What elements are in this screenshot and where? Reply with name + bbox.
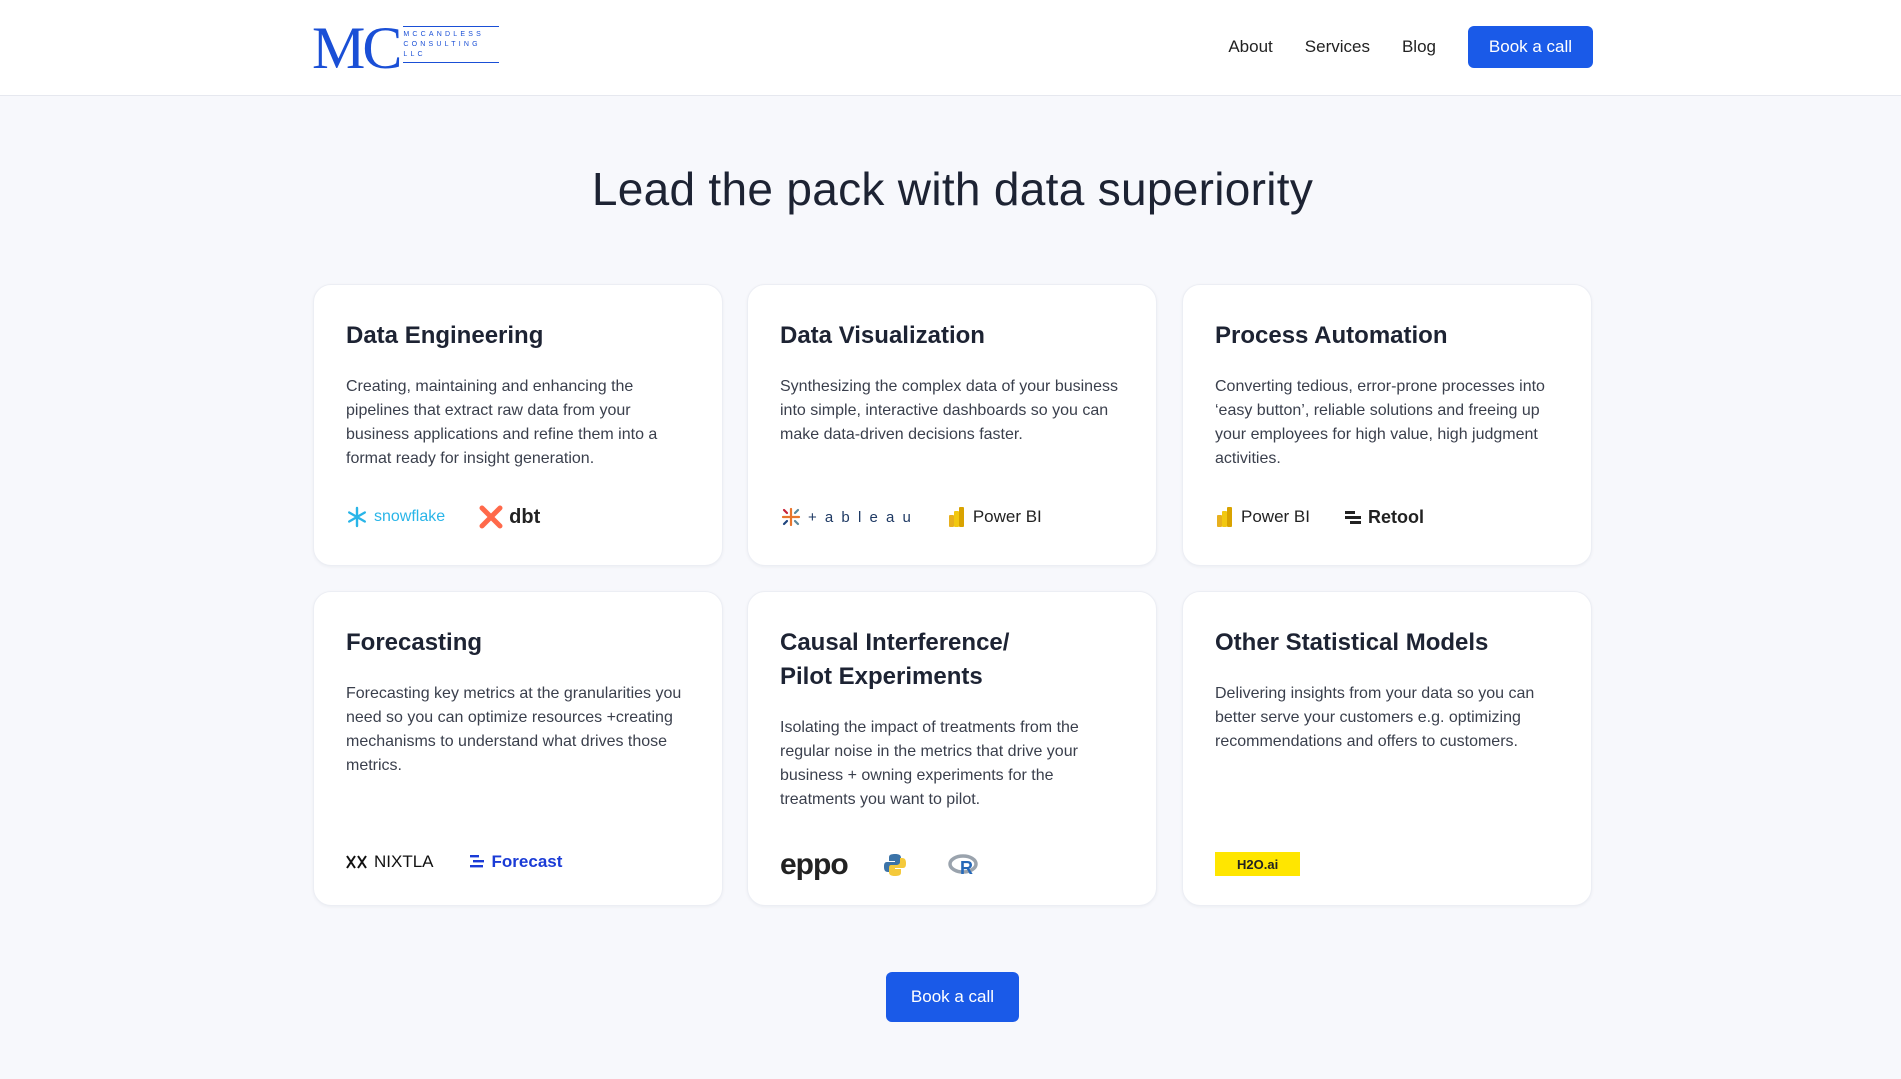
service-card-causal-inference: Causal Interference/ Pilot Experiments I… — [747, 591, 1157, 906]
r-logo: R — [947, 853, 986, 877]
snowflake-icon — [348, 506, 366, 528]
nav-link-services[interactable]: Services — [1305, 26, 1370, 68]
card-description: Synthesizing the complex data of your bu… — [780, 378, 1118, 443]
dbt-label: dbt — [509, 505, 541, 528]
card-title: Data Visualization — [780, 322, 985, 349]
tool-logos: NIXTLA Forecast — [346, 852, 596, 872]
card-title: Data Engineering — [346, 322, 544, 349]
h2o-logo: H2O.ai — [1215, 852, 1301, 876]
forecast-logo: Forecast — [468, 852, 563, 872]
card-description: Converting tedious, error-prone processe… — [1215, 378, 1545, 467]
nixtla-logo: NIXTLA — [346, 852, 434, 872]
service-card-data-visualization: Data Visualization Synthesizing the comp… — [747, 284, 1157, 566]
footer-book-call-button[interactable]: Book a call — [886, 972, 1019, 1022]
nav-link-about[interactable]: About — [1228, 26, 1272, 68]
tool-logos: Power BI Retool — [1215, 505, 1458, 529]
card-description: Delivering insights from your data so yo… — [1215, 685, 1535, 750]
retool-label: Retool — [1367, 506, 1424, 527]
eppo-label: eppo — [780, 848, 849, 881]
service-card-statistical-models: Other Statistical Models Delivering insi… — [1182, 591, 1592, 906]
snowflake-logo: snowflake — [346, 506, 445, 528]
service-card-process-automation: Process Automation Converting tedious, e… — [1182, 284, 1592, 566]
page-title: Lead the pack with data superiority — [591, 163, 1314, 215]
tableau-logo: + a b l e a u — [780, 506, 913, 528]
snowflake-label: snowflake — [374, 508, 446, 525]
card-description: Creating, maintaining and enhancing the … — [346, 378, 658, 467]
r-language-icon: R — [947, 854, 978, 877]
tool-logos: + a b l e a u Power BI — [780, 505, 1076, 529]
powerbi-label: Power BI — [1241, 507, 1310, 526]
card-title-line1: Causal Interference/ — [780, 629, 1010, 656]
card-title-line2: Pilot Experiments — [780, 663, 983, 690]
logo-wordmark: MCCANDLESS CONSULTING LLC — [403, 26, 500, 63]
tableau-label: + a b l e a u — [808, 508, 913, 526]
retool-icon — [1344, 511, 1361, 524]
tableau-icon — [781, 507, 801, 527]
company-logo[interactable]: MC MCCANDLESS CONSULTING LLC — [312, 15, 500, 81]
retool-logo: Retool — [1344, 507, 1424, 528]
powerbi-logo: Power BI — [1215, 505, 1310, 529]
logo-line3: LLC — [403, 51, 426, 58]
powerbi-label: Power BI — [972, 507, 1042, 526]
service-card-data-engineering: Data Engineering Creating, maintaining a… — [313, 284, 723, 566]
logo-line2: CONSULTING — [403, 41, 481, 48]
powerbi-icon — [948, 507, 964, 527]
card-title: Process Automation — [1215, 322, 1448, 349]
dbt-logo: dbt — [479, 505, 540, 529]
nav-link-blog[interactable]: Blog — [1402, 26, 1436, 68]
card-title: Forecasting — [346, 629, 483, 656]
dbt-icon — [479, 505, 503, 529]
nixtla-icon — [346, 855, 367, 869]
powerbi-logo: Power BI — [947, 505, 1042, 529]
logo-rule — [403, 26, 500, 27]
card-description: Forecasting key metrics at the granulari… — [346, 685, 682, 774]
header-book-call-button[interactable]: Book a call — [1468, 26, 1593, 68]
svg-text:R: R — [960, 858, 973, 877]
tool-logos: H2O.ai — [1215, 852, 1334, 876]
python-logo — [882, 852, 914, 878]
eppo-logo: eppo — [780, 848, 849, 882]
card-title: Other Statistical Models — [1215, 629, 1489, 656]
python-icon — [883, 854, 906, 876]
card-description: Isolating the impact of treatments from … — [780, 719, 1079, 808]
main-nav: About Services Blog Book a call — [1228, 26, 1593, 68]
forecast-label: Forecast — [491, 852, 563, 871]
h2o-label: H2O.ai — [1237, 856, 1279, 872]
nixtla-label: NIXTLA — [374, 852, 434, 871]
logo-line1: MCCANDLESS — [403, 31, 484, 38]
forecast-icon — [469, 855, 484, 868]
powerbi-icon — [1217, 507, 1232, 527]
site-header: MC MCCANDLESS CONSULTING LLC About Servi… — [0, 0, 1901, 96]
tool-logos: eppo R — [780, 848, 1020, 882]
tool-logos: snowflake dbt — [346, 505, 574, 529]
logo-monogram: MC — [312, 15, 402, 81]
service-card-forecasting: Forecasting Forecasting key metrics at t… — [313, 591, 723, 906]
